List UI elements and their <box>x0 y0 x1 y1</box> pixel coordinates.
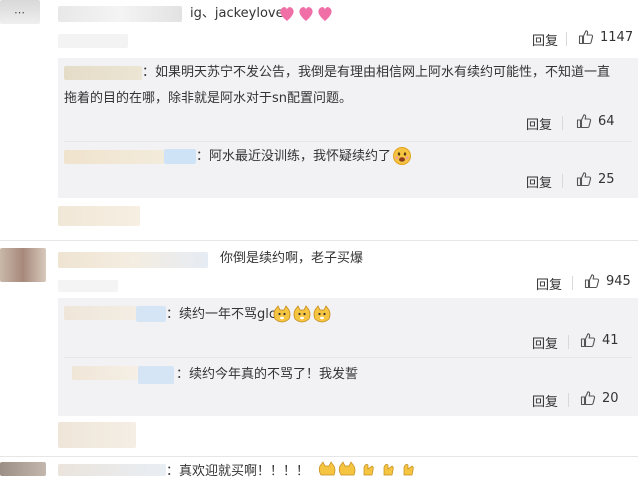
more-icon[interactable]: ⋯ <box>14 6 25 19</box>
username[interactable] <box>58 252 208 268</box>
thumbs-up-icon <box>578 30 594 45</box>
comment-time <box>58 280 118 292</box>
thumbs-up-icon <box>576 114 592 129</box>
divider <box>562 174 563 188</box>
like-button[interactable]: 64 <box>576 113 615 129</box>
emoji-icon <box>393 147 411 165</box>
divider <box>566 32 567 46</box>
reply-text: ：续约今年真的不骂了！我发誓 <box>176 367 359 382</box>
thumbs-up-icon <box>580 333 596 348</box>
reply-avatar[interactable] <box>64 66 142 80</box>
reply-avatar-badge <box>164 149 196 164</box>
avatar[interactable] <box>0 248 46 282</box>
reply-text-line2: 拖着的目的在哪，除非就是阿水对于sn配置问题。 <box>64 91 353 106</box>
reply-text: ：阿水最近没训练，我怀疑续约了 <box>196 149 392 164</box>
divider <box>562 116 563 130</box>
emoji-row <box>318 461 418 481</box>
thumbs-up-icon <box>580 391 596 406</box>
like-count: 41 <box>602 332 619 348</box>
like-count: 945 <box>606 273 631 289</box>
thumbs-up-icon <box>584 274 600 289</box>
thumbs-up-icon <box>576 172 592 187</box>
divider <box>568 393 569 407</box>
reply-avatar-badge <box>138 366 174 384</box>
reply-button[interactable]: 回复 <box>532 30 558 49</box>
divider <box>64 141 632 142</box>
divider <box>0 456 638 457</box>
dog-emojis <box>272 304 332 330</box>
comment-text: ig、jackeylove <box>190 6 284 21</box>
reply-button[interactable]: 回复 <box>532 333 558 352</box>
like-button[interactable]: 20 <box>580 390 619 406</box>
comment-text: ：真欢迎就买啊！！！！ <box>166 464 310 479</box>
view-more-replies[interactable] <box>58 422 136 448</box>
divider <box>568 335 569 349</box>
reply-button[interactable]: 回复 <box>526 172 552 191</box>
smile-emoji <box>392 146 412 170</box>
like-button[interactable]: 41 <box>580 332 619 348</box>
divider <box>0 240 638 241</box>
reply-button[interactable]: 回复 <box>532 391 558 410</box>
like-button[interactable]: 945 <box>584 273 631 289</box>
reply-avatar[interactable] <box>72 366 138 380</box>
divider <box>572 276 573 290</box>
reply-button[interactable]: 回复 <box>536 274 562 293</box>
reply-button[interactable]: 回复 <box>526 114 552 133</box>
reply-text: ：续约一年不骂glc <box>166 307 277 322</box>
reply-avatar-badge <box>136 306 166 322</box>
like-count: 20 <box>602 390 619 406</box>
heart-emojis <box>278 4 336 28</box>
divider <box>64 357 632 358</box>
comment-time <box>58 34 128 48</box>
like-count: 64 <box>598 113 615 129</box>
reply-text: ：如果明天苏宁不发公告，我倒是有理由相信网上阿水有续约可能性，不知道一直 <box>142 65 611 80</box>
comment-text: 你倒是续约啊，老子买爆 <box>220 251 364 266</box>
doge-icon <box>318 461 414 476</box>
username[interactable] <box>58 464 166 476</box>
view-more-replies[interactable] <box>58 206 140 226</box>
reply-avatar[interactable] <box>64 150 164 164</box>
like-button[interactable]: 1147 <box>578 29 633 45</box>
doge-icon <box>273 305 331 323</box>
like-count: 1147 <box>600 29 634 45</box>
like-count: 25 <box>598 171 615 187</box>
reply-avatar[interactable] <box>64 306 136 320</box>
like-button[interactable]: 25 <box>576 171 615 187</box>
heart-icon <box>280 7 332 21</box>
username[interactable] <box>58 6 182 22</box>
avatar[interactable] <box>0 462 46 476</box>
